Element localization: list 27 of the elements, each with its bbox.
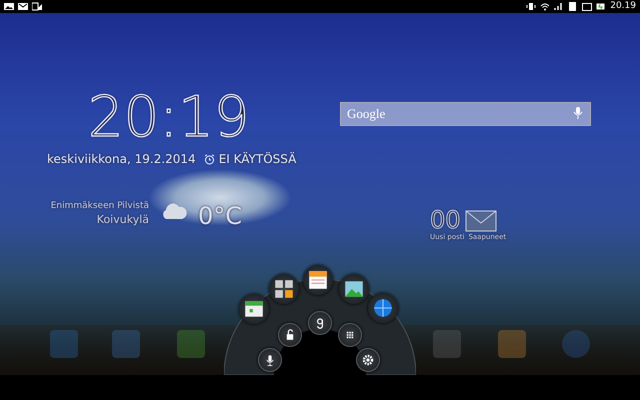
microphone-icon[interactable]	[573, 106, 583, 120]
clock-time: 20:19	[88, 90, 250, 146]
calculator-app-button[interactable]	[269, 274, 299, 304]
date-text: keskiviikkona, 19.2.2014	[47, 151, 196, 168]
settings-icon	[360, 352, 376, 368]
signal-icon	[554, 2, 564, 11]
status-time: 20.19	[610, 0, 636, 13]
google-search-field[interactable]: Google	[340, 102, 591, 126]
alarm-status: EI KÄYTÖSSÄ	[218, 151, 296, 168]
wifi-icon	[540, 2, 550, 11]
document-icon	[568, 2, 578, 11]
battery-icon	[596, 2, 606, 11]
temperature: 0°C	[198, 201, 242, 232]
calendar-app-button[interactable]	[239, 294, 269, 324]
window-icon	[582, 2, 592, 11]
alarm-clock-icon	[204, 154, 215, 164]
weather-location: Koivukylä	[96, 212, 149, 227]
globe-icon	[372, 297, 394, 319]
gallery-app-button[interactable]	[339, 274, 369, 304]
envelope-icon[interactable]	[464, 210, 497, 232]
vibrate-icon	[526, 2, 536, 11]
cloud-icon	[160, 202, 188, 220]
notes-app-icon	[307, 269, 329, 291]
weather-condition: Enimmäkseen Pilvistä	[50, 201, 149, 213]
unread-mail-count: 00	[430, 208, 461, 232]
calculator-app-icon	[273, 278, 295, 300]
notes-app-button[interactable]	[303, 265, 333, 295]
